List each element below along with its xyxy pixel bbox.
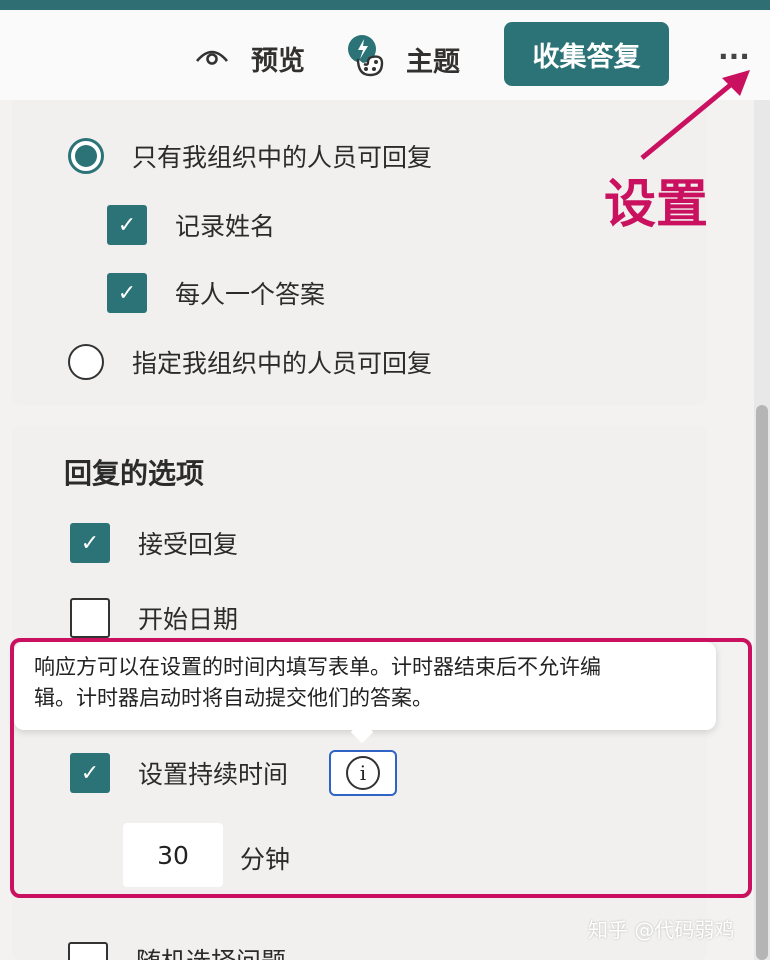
radio-selected[interactable] bbox=[68, 138, 104, 174]
checkbox-label: 开始日期 bbox=[138, 605, 239, 634]
tooltip-line: 响应方可以在设置的时间内填写表单。计时器结束后不允许编 bbox=[34, 655, 601, 679]
preview-button[interactable]: 预览 bbox=[195, 38, 305, 78]
info-tooltip: 响应方可以在设置的时间内填写表单。计时器结束后不允许编 辑。计时器启动时将自动提… bbox=[14, 642, 716, 730]
radio-option-label: 只有我组织中的人员可回复 bbox=[132, 143, 433, 172]
check-icon[interactable]: ✓ bbox=[107, 205, 147, 245]
scrollbar-thumb[interactable] bbox=[756, 405, 768, 960]
check-icon[interactable]: ✓ bbox=[70, 753, 110, 793]
check-icon[interactable]: ✓ bbox=[107, 273, 147, 313]
duration-minutes-input[interactable] bbox=[123, 823, 223, 887]
checkbox-accept-responses[interactable]: ✓ 接受回复 bbox=[70, 523, 238, 563]
checkbox-record-name[interactable]: ✓ 记录姓名 bbox=[107, 205, 275, 245]
theme-label: 主题 bbox=[406, 46, 460, 78]
preview-label: 预览 bbox=[251, 45, 305, 77]
arrow-icon bbox=[640, 70, 750, 160]
minutes-unit-label: 分钟 bbox=[240, 845, 291, 874]
checkbox-set-duration[interactable]: ✓ 设置持续时间 bbox=[70, 753, 288, 793]
check-icon[interactable]: ✓ bbox=[70, 523, 110, 563]
tooltip-line: 辑。计时器启动时将自动提交他们的答案。 bbox=[34, 686, 433, 710]
info-button[interactable]: i bbox=[329, 750, 397, 796]
checkbox-label: 随机选择问题 bbox=[136, 942, 286, 960]
eye-icon bbox=[195, 43, 229, 74]
checkbox-one-answer[interactable]: ✓ 每人一个答案 bbox=[107, 273, 325, 313]
radio-unselected[interactable] bbox=[68, 344, 104, 380]
checkbox-label: 设置持续时间 bbox=[138, 760, 289, 789]
info-icon: i bbox=[346, 756, 380, 790]
top-accent-strip bbox=[0, 0, 770, 10]
annotation-label: 设置 bbox=[604, 175, 709, 235]
checkbox-empty[interactable] bbox=[70, 598, 110, 638]
checkbox-label: 记录姓名 bbox=[175, 212, 276, 241]
radio-option-label: 指定我组织中的人员可回复 bbox=[132, 349, 433, 378]
section-title: 回复的选项 bbox=[64, 457, 205, 490]
theme-palette-icon bbox=[346, 33, 386, 86]
theme-button[interactable]: 主题 bbox=[346, 24, 460, 94]
checkbox-label: 每人一个答案 bbox=[175, 280, 326, 309]
checkbox-label: 接受回复 bbox=[138, 530, 239, 559]
checkbox-empty[interactable] bbox=[68, 942, 108, 960]
checkbox-start-date[interactable]: 开始日期 bbox=[70, 598, 238, 638]
radio-option-org[interactable]: 只有我组织中的人员可回复 bbox=[68, 138, 432, 174]
watermark: 知乎 @代码弱鸡 bbox=[588, 918, 735, 942]
radio-option-specific[interactable]: 指定我组织中的人员可回复 bbox=[68, 344, 432, 380]
checkbox-shuffle-questions[interactable]: 随机选择问题 bbox=[68, 942, 286, 960]
